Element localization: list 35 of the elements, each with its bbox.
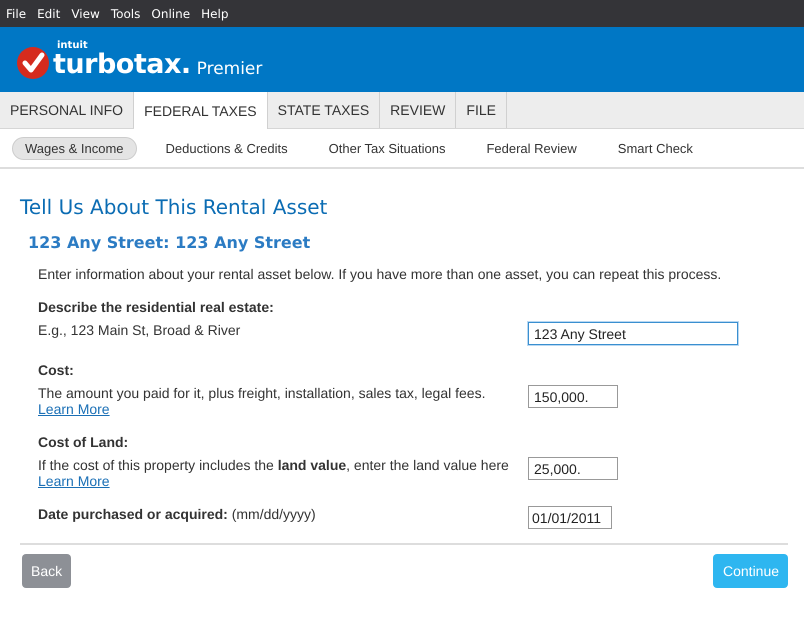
menu-item[interactable]: File	[6, 6, 26, 20]
field-description: E.g., 123 Main St, Broad & River	[38, 322, 242, 338]
subnav-tab[interactable]: Other Tax Situations	[316, 138, 458, 158]
subnav-tab[interactable]: Smart Check	[606, 138, 705, 158]
tab[interactable]: REVIEW	[380, 92, 456, 128]
learn-more-link[interactable]: Learn More	[38, 401, 110, 417]
menu-item[interactable]: Help	[201, 6, 228, 20]
tab[interactable]: FILE	[456, 92, 507, 128]
menu-item[interactable]: Online	[151, 6, 190, 20]
menu-item[interactable]: Tools	[110, 6, 140, 20]
subnav-tab[interactable]: Wages & Income	[12, 136, 137, 160]
subnav-tab[interactable]: Federal Review	[474, 138, 589, 158]
section-subtitle: 123 Any Street: 123 Any Street	[28, 233, 312, 252]
input-field[interactable]: 123 Any Street	[528, 322, 738, 345]
field-label: Date purchased or acquired: (mm/dd/yyyy)	[38, 506, 317, 522]
field-description: The amount you paid for it, plus freight, installation, sales tax, legal fees.	[38, 385, 486, 401]
field-heading: Describe the residential real estate:	[38, 299, 275, 315]
intro-text: Enter information about your rental asset below. If you have more than one asset, you can repeat this process.	[38, 266, 722, 282]
input-field[interactable]: 01/01/2011	[528, 506, 612, 529]
brand-tagline: intuit	[57, 41, 89, 51]
page-title: Tell Us About This Rental Asset	[20, 195, 328, 219]
menu-item[interactable]: View	[71, 6, 100, 20]
learn-more-link[interactable]: Learn More	[38, 473, 110, 489]
checkmark-logo-icon	[16, 46, 50, 80]
subnav-tab[interactable]: Deductions & Credits	[154, 138, 300, 158]
tab[interactable]: FEDERAL TAXES	[134, 92, 268, 129]
input-field[interactable]: 150,000.	[528, 385, 618, 408]
tab[interactable]: STATE TAXES	[268, 92, 380, 128]
input-field[interactable]: 25,000.	[528, 457, 618, 480]
field-heading: Cost:	[38, 362, 75, 378]
brand-name: turbotax.	[53, 51, 191, 78]
field-description: If the cost of this property includes the land value, enter the land value here	[38, 457, 510, 473]
edition-label: Premier	[196, 59, 262, 79]
field-heading: Cost of Land:	[38, 434, 130, 450]
menu-item[interactable]: Edit	[37, 6, 60, 20]
